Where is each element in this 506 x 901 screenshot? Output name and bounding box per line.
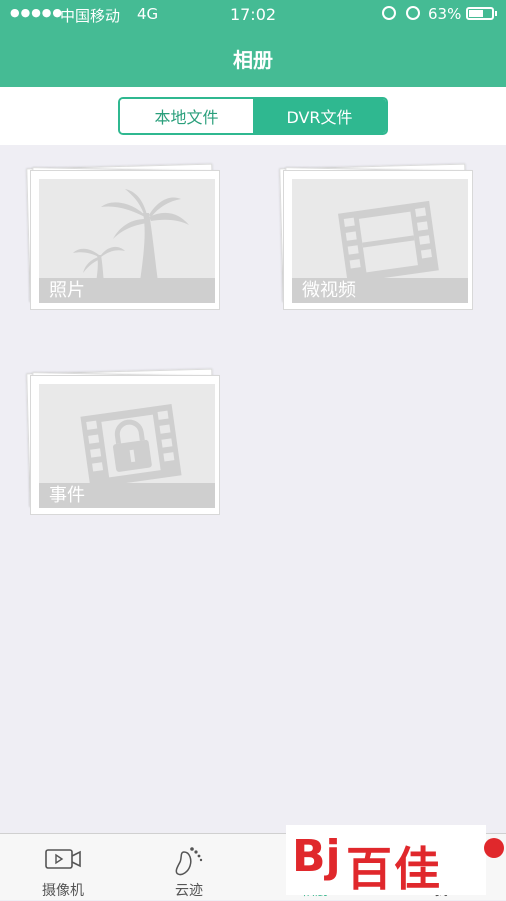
album-events[interactable]: 事件 <box>26 368 226 519</box>
album-card: 照片 <box>30 170 220 310</box>
app-header: ●●●●● 中国移动 4G 17:02 63% 相册 <box>0 0 506 87</box>
album-card: 微视频 <box>283 170 473 310</box>
album-micro-videos[interactable]: 微视频 <box>279 163 479 314</box>
album-thumbnail: 微视频 <box>292 179 468 303</box>
page-title: 相册 <box>233 48 273 72</box>
tab-camera[interactable]: 摄像机 <box>0 834 126 901</box>
watermark-logo: Bj 百佳 <box>286 825 486 896</box>
album-card: 事件 <box>30 375 220 515</box>
album-label: 微视频 <box>292 278 468 303</box>
tab-label: 云迹 <box>175 883 203 899</box>
battery-icon <box>466 7 494 20</box>
tab-label: 摄像机 <box>42 883 84 899</box>
album-label: 照片 <box>39 278 215 303</box>
rotation-lock-icon <box>382 6 396 20</box>
file-source-segment: 本地文件 DVR文件 <box>118 97 388 135</box>
album-label: 事件 <box>39 483 215 508</box>
album-thumbnail: 事件 <box>39 384 215 508</box>
battery-tip <box>495 11 497 16</box>
segment-dvr-files[interactable]: DVR文件 <box>253 99 386 133</box>
battery-percentage: 63% <box>428 5 462 23</box>
alarm-icon <box>406 6 420 20</box>
notification-dot <box>484 838 504 858</box>
segment-container: 本地文件 DVR文件 <box>0 87 506 145</box>
tab-cloud-track[interactable]: 云迹 <box>126 834 252 901</box>
album-photos[interactable]: 照片 <box>26 163 226 314</box>
camera-icon <box>45 849 81 869</box>
footprint-icon <box>175 847 203 876</box>
watermark-text: 百佳 <box>346 842 442 896</box>
album-thumbnail: 照片 <box>39 179 215 303</box>
segment-local-files[interactable]: 本地文件 <box>120 99 253 133</box>
watermark-mark: Bj <box>292 831 341 882</box>
status-bar: ●●●●● 中国移动 4G 17:02 63% <box>0 0 506 30</box>
